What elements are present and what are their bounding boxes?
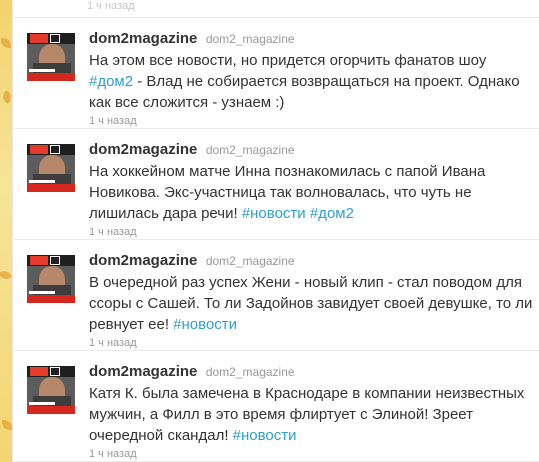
- leaf-decoration: [0, 268, 12, 282]
- tweet-text: Катя К. была замечена в Краснодаре в ком…: [89, 385, 525, 444]
- screen-name[interactable]: dom2magazine: [89, 252, 197, 269]
- tweet-text: В очередной раз успех Жени - новый клип …: [89, 274, 533, 333]
- hashtag-link[interactable]: #новости: [242, 205, 306, 222]
- avatar[interactable]: [27, 33, 75, 81]
- tweet-timestamp[interactable]: 1 ч назад: [89, 115, 534, 127]
- avatar[interactable]: [27, 366, 75, 414]
- tweet-timestamp[interactable]: 1 ч назад: [89, 337, 534, 349]
- hashtag-link[interactable]: #дом2: [310, 205, 354, 222]
- avatar[interactable]: [27, 144, 75, 192]
- previous-tweet-partial: 1 ч назад: [13, 0, 539, 18]
- username[interactable]: dom2_magazine: [206, 365, 295, 379]
- username[interactable]: dom2_magazine: [206, 143, 295, 157]
- hashtag-link[interactable]: #новости: [173, 316, 237, 333]
- screen-name[interactable]: dom2magazine: [89, 363, 197, 380]
- previous-tweet-time: 1 ч назад: [87, 0, 135, 12]
- username[interactable]: dom2_magazine: [206, 254, 295, 268]
- tweet-item[interactable]: dom2magazine dom2_magazine На этом все н…: [13, 19, 539, 129]
- hashtag-link[interactable]: #новости: [233, 427, 297, 444]
- leaf-decoration: [2, 420, 12, 430]
- tweet-item[interactable]: dom2magazine dom2_magazine На хоккейном …: [13, 130, 539, 240]
- screen-name[interactable]: dom2magazine: [89, 141, 197, 158]
- hashtag-link[interactable]: #дом2: [89, 73, 133, 90]
- timeline: 1 ч назад dom2magazine dom2_magazine На …: [12, 0, 539, 462]
- username[interactable]: dom2_magazine: [206, 32, 295, 46]
- avatar[interactable]: [27, 255, 75, 303]
- tweet-item[interactable]: dom2magazine dom2_magazine В очередной р…: [13, 241, 539, 351]
- tweet-item[interactable]: dom2magazine dom2_magazine Катя К. была …: [13, 352, 539, 462]
- background-left-strip: [0, 0, 15, 462]
- tweet-timestamp[interactable]: 1 ч назад: [89, 448, 534, 460]
- tweet-text: На хоккейном матче Инна познакомилась с …: [89, 163, 486, 222]
- tweet-text: На этом все новости, но придется огорчит…: [89, 52, 520, 111]
- tweet-timestamp[interactable]: 1 ч назад: [89, 226, 534, 238]
- screen-name[interactable]: dom2magazine: [89, 30, 197, 47]
- leaf-decoration: [1, 38, 11, 48]
